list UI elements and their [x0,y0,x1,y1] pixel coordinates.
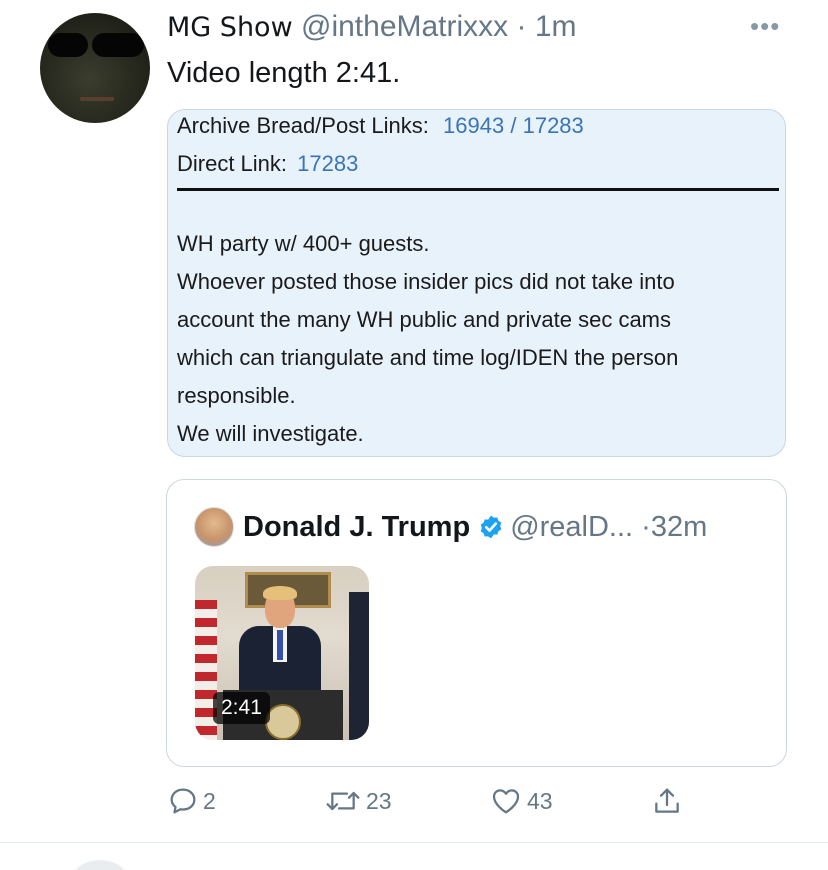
share-button[interactable] [651,785,683,817]
verified-badge-icon [478,512,504,550]
reply-button[interactable]: 2 [167,785,216,817]
card-line: WH party w/ 400+ guests. [177,231,430,256]
avatar-mouth [80,97,114,101]
archive-link-17283[interactable]: 17283 [523,113,584,138]
archive-link-16943[interactable]: 16943 [443,113,504,138]
quoted-time[interactable]: 32m [651,511,707,543]
user-avatar[interactable] [40,13,150,123]
retweet-icon [324,785,362,817]
video-duration: 2:41 [213,692,270,724]
reply-icon [167,785,199,817]
card-body: WH party w/ 400+ guests. Whoever posted … [177,225,777,453]
more-icon[interactable]: ••• [750,11,780,42]
card-divider [177,188,779,191]
time-separator: · [516,10,527,43]
tweet-header: MG Show @intheMatrixxx · 1m [167,9,577,46]
archive-links-row: Archive Bread/Post Links: 16943 / 17283 [177,107,584,145]
card-line: responsible. [177,383,296,408]
share-icon [651,785,683,817]
card-line: We will investigate. [177,421,364,446]
like-count: 43 [527,787,553,814]
direct-link-row: Direct Link: 17283 [177,145,358,183]
card-line: account the many WH public and private s… [177,307,672,332]
direct-link-label: Direct Link: [177,151,288,176]
quoted-avatar[interactable] [194,507,234,547]
retweet-count: 23 [366,787,392,814]
sunglasses-right [92,33,144,57]
quoted-handle[interactable]: @realD... [510,511,633,543]
like-icon [489,785,523,817]
user-handle[interactable]: @intheMatrixxx [301,10,508,43]
tweet-actions: 2 23 43 [167,785,807,821]
next-tweet-peek [60,856,760,870]
feed-divider [0,842,828,843]
post-card: Archive Bread/Post Links: 16943 / 17283 … [167,109,786,457]
display-name[interactable]: MG Show [167,12,293,43]
speaker-hair [263,586,297,600]
tweet-time[interactable]: 1m [535,10,577,43]
card-line: Whoever posted those insider pics did no… [177,269,675,294]
retweet-button[interactable]: 23 [324,785,392,817]
archive-link-separator: / [510,113,517,138]
sunglasses-left [48,33,88,57]
quoted-header: Donald J. Trump @realD... ·32m [243,508,707,550]
like-button[interactable]: 43 [489,785,553,817]
card-line: which can triangulate and time log/IDEN … [177,345,679,370]
presidential-flag [349,592,369,740]
archive-label: Archive Bread/Post Links: [177,113,429,138]
direct-link[interactable]: 17283 [297,151,358,176]
reply-count: 2 [203,787,216,814]
tweet-text: Video length 2:41. [167,57,401,89]
next-tweet-avatar[interactable] [72,860,128,870]
quoted-display-name[interactable]: Donald J. Trump [243,511,470,543]
presidential-seal [265,704,301,740]
quoted-tweet[interactable]: Donald J. Trump @realD... ·32m 2:41 [166,479,787,767]
video-thumbnail[interactable]: 2:41 [195,566,369,740]
speaker-tie [277,630,283,660]
quoted-time-separator: · [641,511,651,543]
